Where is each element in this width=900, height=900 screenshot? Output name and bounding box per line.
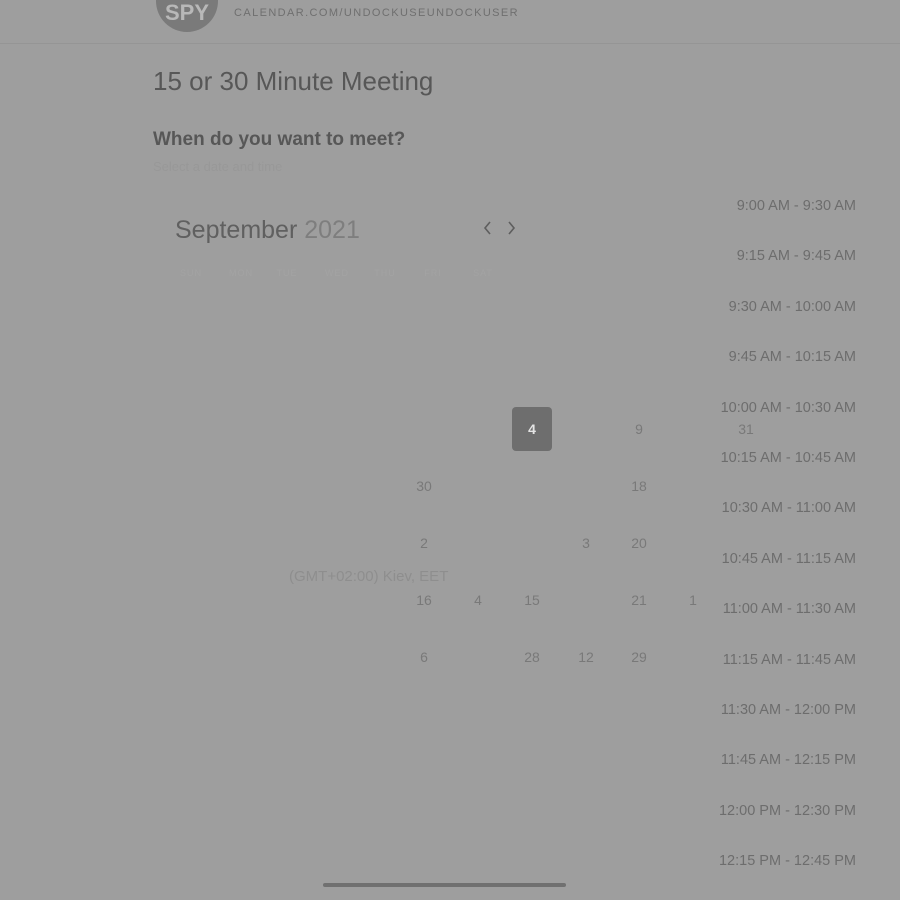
time-slot-button[interactable]: 11:45 AM - 12:15 PM xyxy=(721,752,856,776)
calendar-day[interactable]: 16 xyxy=(404,580,444,620)
calendar-day[interactable]: 3 xyxy=(566,523,606,563)
previous-month-button[interactable] xyxy=(479,218,497,242)
calendar-day[interactable]: 28 xyxy=(512,637,552,677)
booking-page: SPY CALENDAR.COM/UNDOCKUSEUNDOCKUSER 15 … xyxy=(0,0,900,900)
profile-url[interactable]: CALENDAR.COM/UNDOCKUSEUNDOCKUSER xyxy=(234,7,519,19)
calendar-month: September xyxy=(175,216,298,244)
avatar[interactable]: SPY xyxy=(156,0,218,32)
calendar-day[interactable]: 4 xyxy=(458,580,498,620)
calendar-day[interactable]: 2 xyxy=(404,523,444,563)
time-slot-button[interactable]: 10:00 AM - 10:30 AM xyxy=(721,400,856,424)
time-slot-button[interactable]: 11:15 AM - 11:45 AM xyxy=(723,652,856,676)
time-slot-button[interactable]: 9:15 AM - 9:45 AM xyxy=(737,248,856,272)
calendar-day[interactable]: 30 xyxy=(404,466,444,506)
calendar-day[interactable]: 9 xyxy=(619,409,659,449)
time-slot-button[interactable]: 9:30 AM - 10:00 AM xyxy=(729,299,856,323)
calendar-day[interactable]: 15 xyxy=(512,580,552,620)
calendar-day[interactable]: 21 xyxy=(619,580,659,620)
next-month-button[interactable] xyxy=(502,218,520,242)
calendar-day[interactable]: 6 xyxy=(404,637,444,677)
calendar-day[interactable]: 1 xyxy=(673,580,713,620)
time-slot-button[interactable]: 10:30 AM - 11:00 AM xyxy=(722,500,856,524)
time-slot-button[interactable]: 11:00 AM - 11:30 AM xyxy=(723,601,856,625)
time-slot-button[interactable]: 12:00 PM - 12:30 PM xyxy=(719,803,856,827)
calendar-day[interactable]: 12 xyxy=(566,637,606,677)
time-slot-button[interactable]: 10:45 AM - 11:15 AM xyxy=(722,551,856,575)
timezone-selector[interactable]: (GMT+02:00) Kiev, EET xyxy=(289,568,448,585)
home-indicator xyxy=(323,883,566,887)
calendar-day[interactable]: 18 xyxy=(619,466,659,506)
date-question-heading: When do you want to meet? xyxy=(153,129,406,150)
weekday-wed: WED xyxy=(325,268,349,278)
calendar-year: 2021 xyxy=(304,216,360,244)
time-slot-button[interactable]: 10:15 AM - 10:45 AM xyxy=(721,450,856,474)
time-slot-button[interactable]: 9:45 AM - 10:15 AM xyxy=(729,349,856,373)
calendar-day[interactable]: 29 xyxy=(619,637,659,677)
date-question-subtitle: Select a date and time xyxy=(153,159,283,174)
weekday-sun: SUN xyxy=(179,268,202,278)
time-slot-button[interactable]: 9:00 AM - 9:30 AM xyxy=(737,198,856,222)
weekday-thu: THU xyxy=(374,268,396,278)
page-title: 15 or 30 Minute Meeting xyxy=(153,66,434,96)
time-slot-button[interactable]: 12:15 PM - 12:45 PM xyxy=(719,853,856,877)
chevron-left-icon xyxy=(483,220,493,240)
weekday-tue: TUE xyxy=(276,268,298,278)
chevron-right-icon xyxy=(506,220,516,240)
weekday-sat: SAT xyxy=(473,268,493,278)
calendar-day-selected[interactable]: 4 xyxy=(512,407,552,451)
calendar-month-label: September 2021 xyxy=(175,216,360,245)
weekday-fri: FRI xyxy=(424,268,442,278)
calendar-day[interactable]: 20 xyxy=(619,523,659,563)
profile-header: SPY CALENDAR.COM/UNDOCKUSEUNDOCKUSER xyxy=(0,0,900,44)
time-slot-button[interactable]: 11:30 AM - 12:00 PM xyxy=(721,702,856,726)
weekday-mon: MON xyxy=(229,268,253,278)
